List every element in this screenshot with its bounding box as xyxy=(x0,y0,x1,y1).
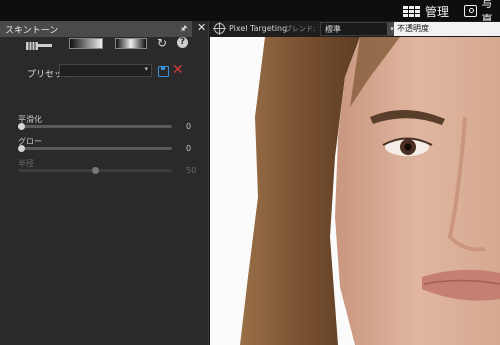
radius-slider-thumb[interactable] xyxy=(91,167,99,174)
delete-icon[interactable]: ✕ xyxy=(172,62,184,78)
grid-icon xyxy=(403,5,420,17)
skin-tone-panel: スキントーン 🖈 ✕ ↻ ? プリセット ▾ ✕ 平滑化 0 グロー 0 半径 … xyxy=(0,21,209,345)
panel-tab[interactable]: スキントーン 🖈 xyxy=(0,21,192,37)
radius-value: 50 xyxy=(186,166,197,175)
glow-slider-thumb[interactable] xyxy=(18,145,25,152)
radius-slider[interactable] xyxy=(18,167,172,174)
pixel-targeting-button[interactable]: Pixel Targeting xyxy=(229,24,287,33)
refresh-icon[interactable]: ↻ xyxy=(157,36,167,50)
target-icon[interactable] xyxy=(213,22,226,35)
gradient-icon[interactable] xyxy=(69,38,103,49)
radius-label: 半径 xyxy=(18,159,34,168)
opacity-label: 不透明度 xyxy=(397,24,429,33)
portrait-photo xyxy=(210,37,500,345)
glow-value: 0 xyxy=(186,144,192,153)
smoothing-slider-thumb[interactable] xyxy=(18,123,25,130)
brush-icon[interactable] xyxy=(26,41,52,51)
close-icon[interactable]: ✕ xyxy=(197,21,206,34)
blend-dropdown[interactable]: 標準 ▾ xyxy=(320,22,398,36)
manage-label: 管理 xyxy=(425,4,450,19)
blend-label: ブレンド: xyxy=(285,25,316,33)
photo-canvas[interactable] xyxy=(210,37,500,345)
blend-value: 標準 xyxy=(325,25,341,34)
options-bar: Pixel Targeting ブレンド: 標準 ▾ 不透明度 xyxy=(209,21,500,37)
gradient-mirror-icon[interactable] xyxy=(115,38,147,49)
preset-dropdown[interactable]: ▾ xyxy=(59,64,152,77)
opacity-field[interactable]: 不透明度 xyxy=(394,22,500,36)
smoothing-slider[interactable] xyxy=(18,123,172,130)
chevron-down-icon: ▾ xyxy=(144,65,148,73)
photo-menu[interactable]: 写真 xyxy=(464,0,500,27)
smoothing-value: 0 xyxy=(186,122,192,131)
top-menu-bar: 管理 写真 xyxy=(0,0,500,27)
photo-icon xyxy=(464,5,478,17)
save-icon[interactable] xyxy=(158,66,169,77)
glow-slider[interactable] xyxy=(18,145,172,152)
pin-icon[interactable]: 🖈 xyxy=(180,23,187,37)
help-icon[interactable]: ? xyxy=(177,37,188,48)
manage-menu[interactable]: 管理 xyxy=(403,2,449,20)
panel-title: スキントーン xyxy=(5,26,59,36)
